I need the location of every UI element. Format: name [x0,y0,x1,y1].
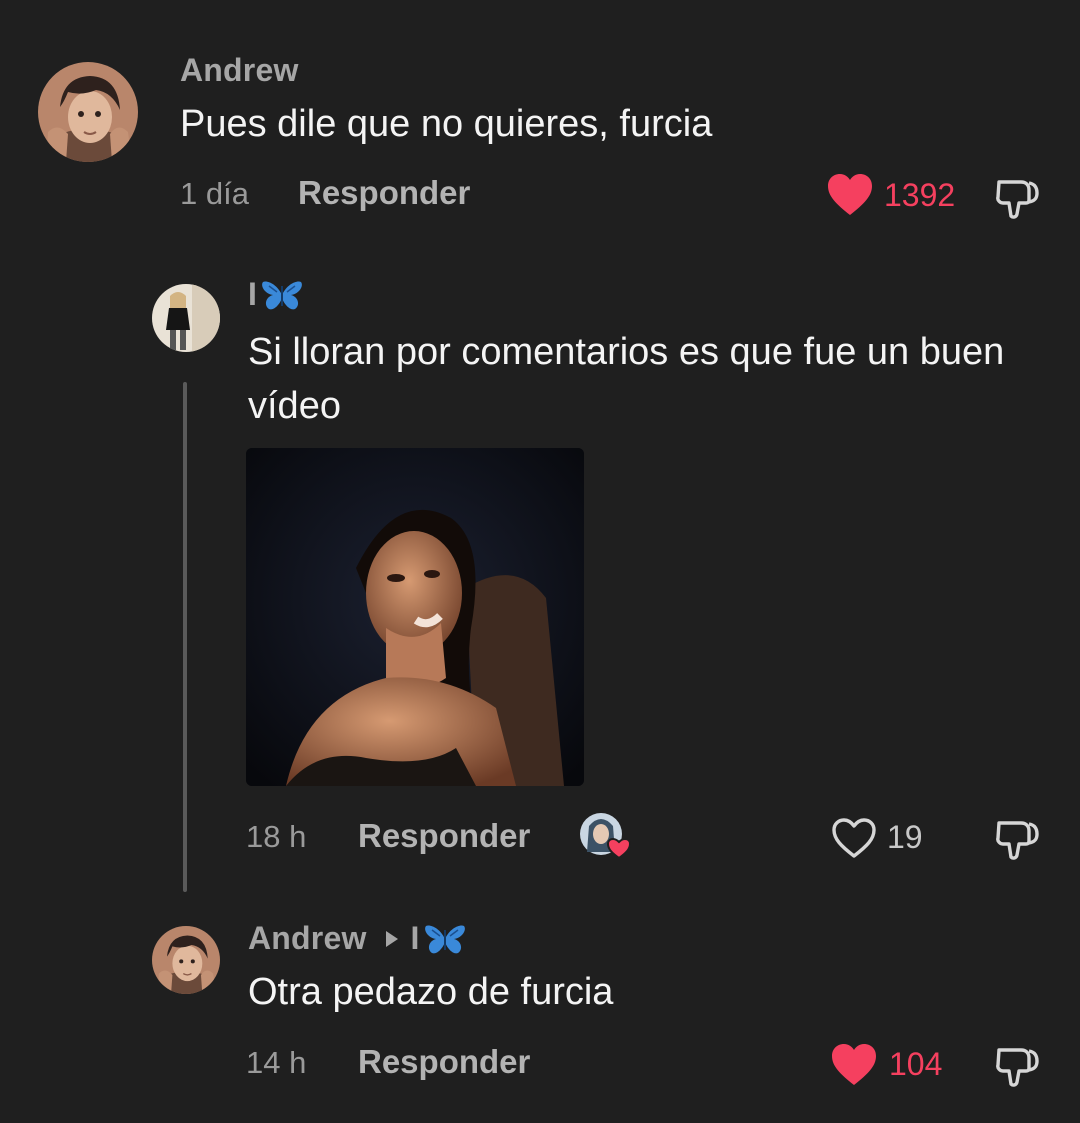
like-button[interactable] [826,172,874,218]
user-avatar[interactable] [152,284,220,352]
reply-arrow-icon [385,930,398,947]
user-avatar[interactable] [152,926,220,994]
photo-image [246,448,584,786]
comment-username[interactable]: I [248,276,303,313]
butterfly-icon [424,925,465,953]
comment-text: Pues dile que no quieres, furcia [180,103,713,145]
reply-button[interactable]: Responder [358,817,530,855]
thumbs-down-icon [996,821,1039,860]
like-count: 1392 [884,177,956,213]
reply-to-username[interactable]: I [411,920,420,957]
reply-button[interactable]: Responder [358,1043,530,1081]
like-button[interactable] [830,815,878,861]
thread-line [183,382,187,892]
dislike-button[interactable] [993,1042,1041,1090]
like-button[interactable] [830,1042,878,1088]
dislike-button[interactable] [993,174,1041,222]
butterfly-icon [262,281,302,309]
comment-text: Si lloran por comentarios es que fue un … [248,331,1005,427]
like-count: 19 [887,819,923,855]
anime-avatar-icon [152,926,220,994]
comment-text: Otra pedazo de furcia [248,971,614,1013]
comment-timestamp: 18 h [246,819,307,854]
thumbs-down-icon [996,180,1039,219]
heart-filled-icon [832,1044,876,1085]
attached-image[interactable] [246,448,584,786]
anime-avatar-icon [38,62,138,162]
username-text: I [248,276,258,312]
heart-filled-icon [828,174,872,215]
dislike-button[interactable] [993,815,1041,863]
comment-username[interactable]: Andrew [180,52,299,89]
comment-username[interactable]: Andrew I [248,920,466,957]
like-count: 104 [889,1046,943,1082]
username-text: Andrew [248,920,367,956]
heart-outline-icon [832,818,876,858]
comment-timestamp: 1 día [180,176,249,211]
thumbs-down-icon [996,1048,1039,1087]
reply-button[interactable]: Responder [298,174,470,212]
creator-avatar-heart-icon [580,813,632,860]
person-photo-avatar-icon [152,284,220,352]
comment-timestamp: 14 h [246,1045,307,1080]
creator-liked-badge [579,812,635,860]
user-avatar[interactable] [38,62,138,162]
